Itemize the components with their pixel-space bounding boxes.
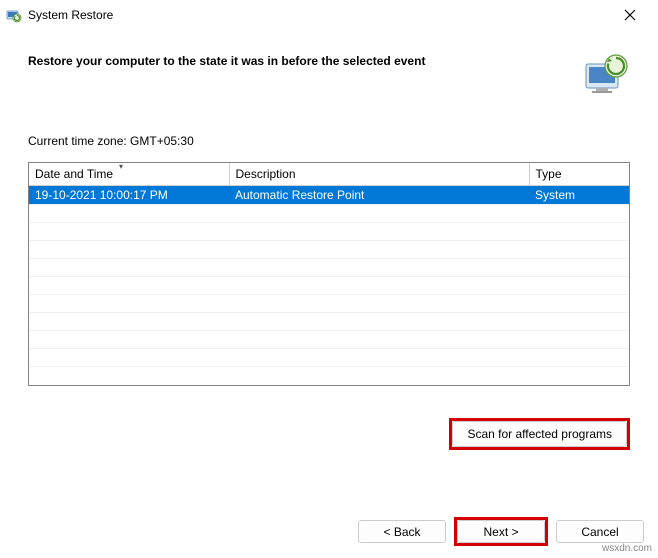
close-button[interactable]: [610, 3, 650, 27]
restore-header-icon: [582, 50, 630, 98]
back-button[interactable]: < Back: [358, 520, 446, 543]
scan-affected-programs-button[interactable]: Scan for affected programs: [452, 421, 627, 447]
table-row-empty: [29, 295, 629, 313]
column-header-description[interactable]: Description: [229, 163, 529, 186]
column-header-type[interactable]: Type: [529, 163, 629, 186]
table-row-empty: [29, 349, 629, 367]
table-row-empty: [29, 259, 629, 277]
table-row[interactable]: 19-10-2021 10:00:17 PM Automatic Restore…: [29, 186, 629, 205]
table-row-empty: [29, 241, 629, 259]
table-row-empty: [29, 313, 629, 331]
next-button-highlight: Next >: [454, 517, 548, 546]
cancel-button[interactable]: Cancel: [556, 520, 644, 543]
cell-type: System: [529, 186, 629, 205]
column-header-description-label: Description: [236, 167, 296, 181]
scan-button-highlight: Scan for affected programs: [449, 418, 630, 450]
column-header-date-label: Date and Time: [35, 167, 113, 181]
table-row-empty: [29, 277, 629, 295]
watermark: wsxdn.com: [602, 543, 652, 554]
table-row-empty: [29, 331, 629, 349]
header-instruction: Restore your computer to the state it wa…: [28, 50, 566, 68]
table-row-empty: [29, 205, 629, 223]
restore-points-table: Date and Time ▾ Description Type 19-10-2…: [28, 162, 630, 386]
cell-description: Automatic Restore Point: [229, 186, 529, 205]
column-header-date[interactable]: Date and Time ▾: [29, 163, 229, 186]
titlebar: System Restore: [0, 0, 658, 30]
timezone-label: Current time zone: GMT+05:30: [28, 134, 630, 148]
table-row-empty: [29, 367, 629, 385]
sort-indicator-icon: ▾: [119, 162, 123, 171]
system-restore-icon: [6, 7, 22, 23]
next-button[interactable]: Next >: [457, 520, 545, 543]
cell-date: 19-10-2021 10:00:17 PM: [29, 186, 229, 205]
table-row-empty: [29, 223, 629, 241]
wizard-footer: < Back Next > Cancel: [358, 517, 644, 546]
wizard-header: Restore your computer to the state it wa…: [0, 30, 658, 106]
window-title: System Restore: [28, 8, 610, 22]
column-header-type-label: Type: [536, 167, 562, 181]
